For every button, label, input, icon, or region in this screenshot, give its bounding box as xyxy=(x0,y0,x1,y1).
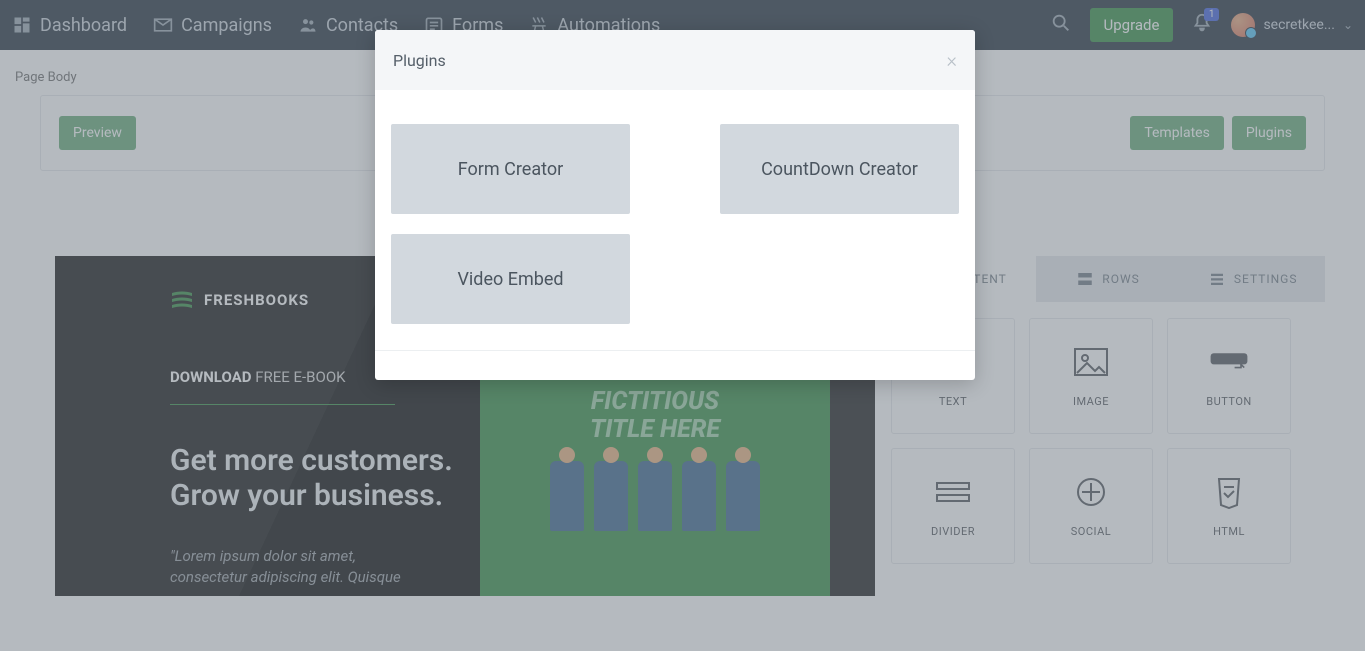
plugins-modal: Plugins × Form Creator CountDown Creator… xyxy=(375,30,975,380)
modal-header: Plugins × xyxy=(375,30,975,90)
modal-footer xyxy=(375,350,975,380)
plugin-countdown-creator[interactable]: CountDown Creator xyxy=(720,124,959,214)
plugin-form-creator[interactable]: Form Creator xyxy=(391,124,630,214)
close-icon[interactable]: × xyxy=(947,48,957,72)
modal-title: Plugins xyxy=(393,51,446,70)
plugin-video-embed[interactable]: Video Embed xyxy=(391,234,630,324)
